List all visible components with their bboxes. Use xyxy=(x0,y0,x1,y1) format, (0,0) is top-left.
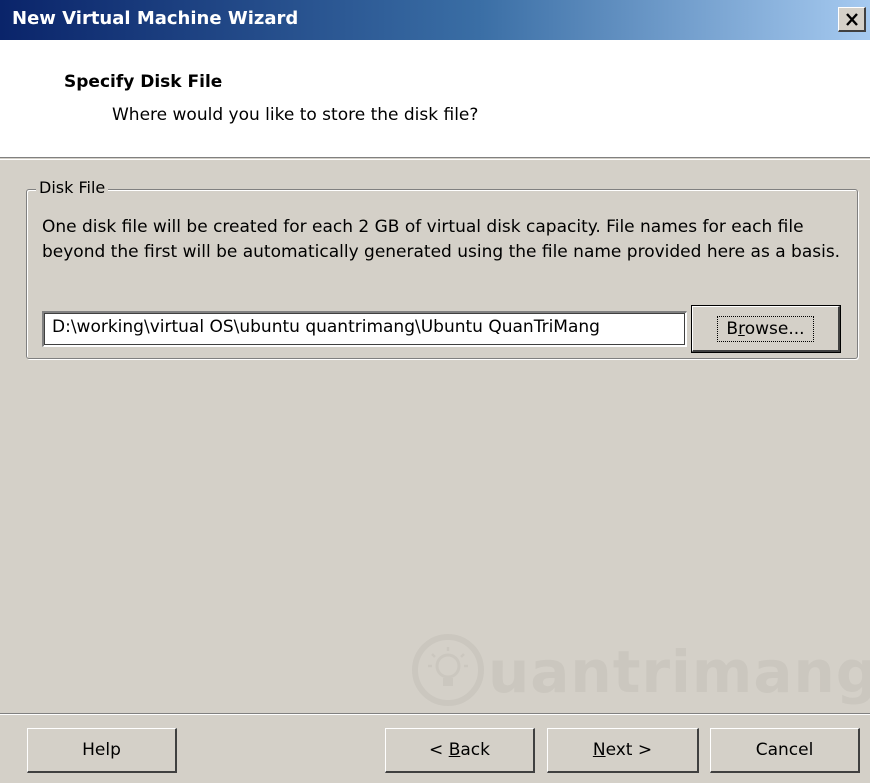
next-button-label: Next > xyxy=(592,740,653,760)
watermark-text: uantrimang xyxy=(488,638,870,706)
lightbulb-icon xyxy=(412,634,484,706)
quantrimang-watermark: uantrimang xyxy=(410,630,870,710)
close-icon xyxy=(845,12,858,26)
cancel-button[interactable]: Cancel xyxy=(710,728,860,773)
browse-button-label: Browse... xyxy=(717,315,814,342)
wizard-header xyxy=(0,40,870,158)
page-title: Specify Disk File xyxy=(64,72,223,92)
disk-file-description: One disk file will be created for each 2… xyxy=(42,217,841,262)
next-button[interactable]: Next > xyxy=(547,728,699,773)
window-title: New Virtual Machine Wizard xyxy=(12,8,299,29)
title-bar[interactable]: New Virtual Machine Wizard xyxy=(0,0,870,40)
back-button[interactable]: < Back xyxy=(385,728,535,773)
back-button-label: < Back xyxy=(429,740,490,760)
close-button[interactable] xyxy=(838,7,866,32)
help-button[interactable]: Help xyxy=(27,728,177,773)
wizard-window: New Virtual Machine Wizard Specify Disk … xyxy=(0,0,870,783)
browse-button[interactable]: Browse... xyxy=(691,305,841,353)
disk-file-group-label: Disk File xyxy=(36,178,109,197)
page-subtitle: Where would you like to store the disk f… xyxy=(112,105,479,125)
disk-file-path-input[interactable]: D:\working\virtual OS\ubuntu quantrimang… xyxy=(42,311,687,347)
